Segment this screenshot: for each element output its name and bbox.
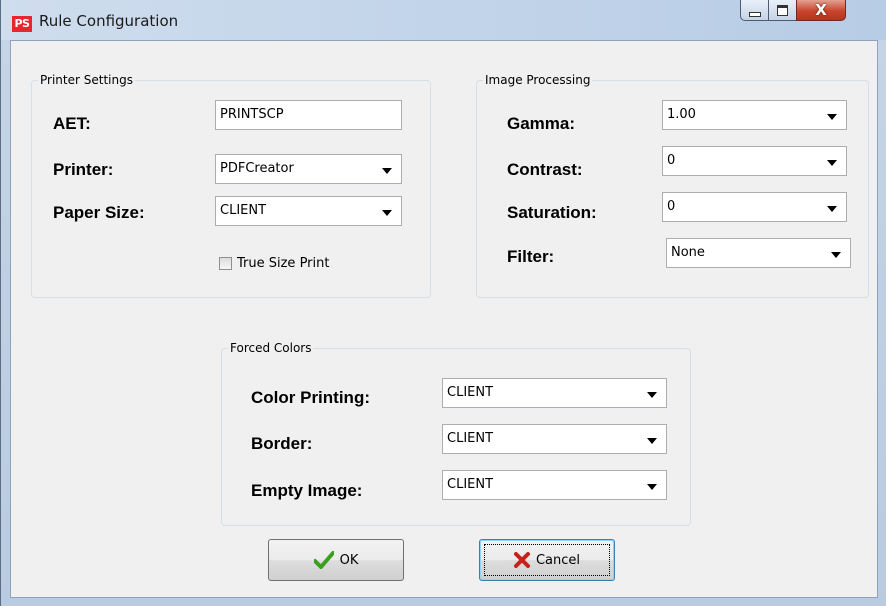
filter-label: Filter:	[507, 247, 555, 266]
chevron-down-icon	[647, 484, 657, 490]
gamma-select[interactable]: 1.00	[662, 100, 847, 130]
chevron-down-icon	[827, 114, 837, 120]
minimize-icon	[748, 11, 761, 17]
chevron-down-icon	[831, 252, 841, 258]
saturation-label: Saturation:	[507, 203, 597, 222]
ok-button[interactable]: OK	[268, 539, 404, 581]
gamma-select-value: 1.00	[667, 107, 696, 122]
chevron-down-icon	[382, 168, 392, 174]
dialog-window: PS Rule Configuration X Printer Settings…	[0, 0, 886, 606]
close-icon: X	[815, 1, 827, 19]
window-title: Rule Configuration	[39, 12, 179, 30]
gamma-label: Gamma:	[507, 114, 576, 133]
checkbox-box[interactable]	[219, 257, 232, 270]
printer-settings-legend: Printer Settings	[40, 73, 133, 87]
minimize-button[interactable]	[740, 0, 769, 21]
aet-input[interactable]: PRINTSCP	[215, 100, 402, 130]
cancel-button[interactable]: Cancel	[479, 539, 615, 581]
saturation-select-value: 0	[667, 199, 676, 214]
contrast-label: Contrast:	[507, 160, 583, 179]
chevron-down-icon	[382, 210, 392, 216]
color-printing-select-value: CLIENT	[447, 385, 494, 400]
forced-colors-legend: Forced Colors	[230, 341, 312, 355]
chevron-down-icon	[827, 160, 837, 166]
chevron-down-icon	[827, 206, 837, 212]
aet-label: AET:	[53, 114, 91, 133]
border-select[interactable]: CLIENT	[442, 424, 667, 454]
border-label: Border:	[251, 434, 313, 453]
empty-image-select-value: CLIENT	[447, 477, 494, 492]
paper-size-select[interactable]: CLIENT	[215, 196, 402, 226]
contrast-select[interactable]: 0	[662, 146, 847, 176]
app-icon: PS	[12, 16, 32, 32]
filter-select[interactable]: None	[666, 238, 851, 268]
focus-rectangle	[484, 544, 610, 576]
chevron-down-icon	[647, 392, 657, 398]
empty-image-label: Empty Image:	[251, 481, 363, 500]
saturation-select[interactable]: 0	[662, 192, 847, 222]
title-bar[interactable]: PS Rule Configuration X	[1, 0, 886, 40]
checkmark-icon	[313, 551, 334, 569]
true-size-print-checkbox[interactable]: True Size Print	[219, 256, 329, 271]
true-size-print-label: True Size Print	[237, 256, 330, 271]
printer-label: Printer:	[53, 160, 114, 179]
maximize-button[interactable]	[768, 0, 797, 21]
color-printing-label: Color Printing:	[251, 388, 370, 407]
chevron-down-icon	[647, 438, 657, 444]
border-select-value: CLIENT	[447, 431, 494, 446]
image-processing-legend: Image Processing	[485, 73, 591, 87]
ok-button-label: OK	[339, 552, 359, 568]
color-printing-select[interactable]: CLIENT	[442, 378, 667, 408]
paper-size-select-value: CLIENT	[220, 203, 267, 218]
empty-image-select[interactable]: CLIENT	[442, 470, 667, 500]
printer-select[interactable]: PDFCreator	[215, 154, 402, 184]
contrast-select-value: 0	[667, 153, 676, 168]
dialog-client-area: Printer Settings AET: PRINTSCP Printer: …	[10, 40, 878, 598]
close-button[interactable]: X	[796, 0, 846, 21]
maximize-icon	[777, 4, 788, 16]
printer-select-value: PDFCreator	[220, 161, 294, 176]
filter-select-value: None	[671, 245, 705, 260]
paper-size-label: Paper Size:	[53, 203, 145, 222]
